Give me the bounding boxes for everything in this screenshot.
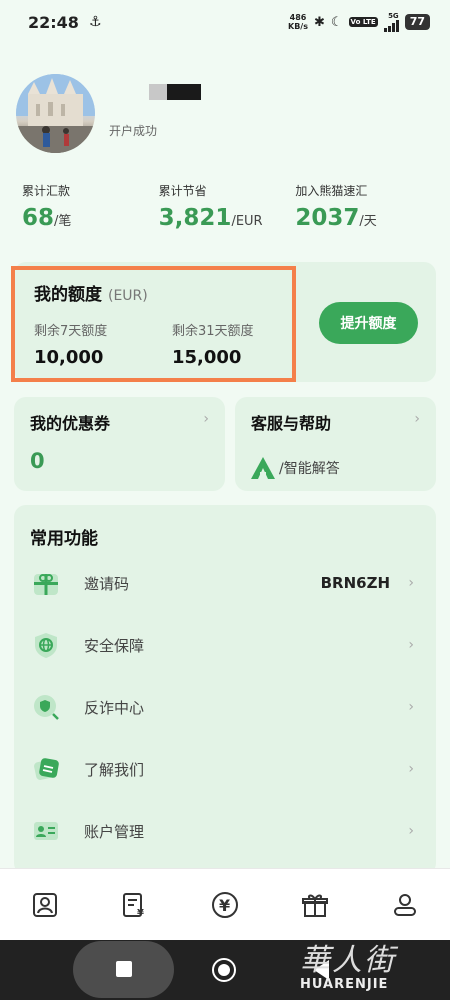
nav-exchange[interactable]: ¥ bbox=[180, 875, 270, 935]
account-status: 开户成功 bbox=[109, 124, 158, 138]
nav-contacts[interactable] bbox=[0, 875, 90, 935]
feature-about-us[interactable]: 了解我们 › bbox=[14, 744, 436, 794]
coupon-title: 我的优惠券 bbox=[30, 414, 111, 433]
upgrade-quota-button[interactable]: 提升额度 bbox=[319, 302, 418, 344]
bluetooth-icon: ✱ bbox=[313, 14, 325, 30]
home-button[interactable] bbox=[212, 958, 236, 982]
cathedral-photo bbox=[16, 74, 95, 153]
feature-security[interactable]: 安全保障 › bbox=[14, 620, 436, 670]
battery-indicator: 77 bbox=[404, 14, 430, 30]
stat-savings: 累计节省 3,821/EUR bbox=[158, 184, 263, 231]
bottom-nav: ¥ ¥ bbox=[0, 868, 450, 940]
quota-title: 我的额度 (EUR) bbox=[34, 285, 148, 305]
quota-seven-day: 剩余7天额度 10,000 bbox=[34, 324, 108, 368]
chevron-right-icon: › bbox=[408, 575, 414, 591]
stats-row: 累计汇款 68/笔 累计节省 3,821/EUR 加入熊猫速汇 2037/天 bbox=[22, 182, 432, 231]
user-name-redacted bbox=[109, 82, 201, 102]
svg-text:¥: ¥ bbox=[137, 908, 144, 918]
contacts-icon bbox=[33, 892, 57, 917]
chat-cards-icon bbox=[34, 758, 59, 780]
status-indicators: 486 KB/s ✱ ☾ Vo LTE 5G 77 bbox=[288, 12, 430, 32]
gift-box-icon bbox=[302, 894, 328, 917]
profile-header: 开户成功 bbox=[16, 74, 436, 154]
feature-invite-code[interactable]: 邀请码 BRN6ZH › bbox=[14, 558, 436, 608]
service-title: 客服与帮助 bbox=[251, 414, 332, 433]
anchor-icon: ⚓ bbox=[88, 14, 102, 30]
chevron-right-icon: › bbox=[408, 823, 414, 839]
feature-account-management[interactable]: 账户管理 › bbox=[14, 806, 436, 856]
ai-assistant-icon bbox=[251, 457, 275, 479]
status-bar: 22:48 ⚓ 486 KB/s ✱ ☾ Vo LTE 5G 77 bbox=[0, 0, 450, 44]
features-title: 常用功能 bbox=[30, 529, 98, 549]
shield-search-icon bbox=[34, 695, 59, 720]
volte-badge: Vo LTE bbox=[348, 17, 378, 27]
yen-circle-icon: ¥ bbox=[212, 891, 238, 918]
avatar[interactable] bbox=[16, 74, 95, 153]
svg-text:¥: ¥ bbox=[219, 896, 230, 915]
nav-rewards[interactable] bbox=[270, 875, 360, 935]
invite-code-value: BRN6ZH bbox=[320, 574, 390, 592]
bill-yen-icon: ¥ bbox=[123, 892, 144, 918]
service-help-card[interactable]: 客服与帮助 › /智能解答 bbox=[235, 397, 436, 491]
chevron-right-icon: › bbox=[408, 637, 414, 653]
quota-thirtyone-day: 剩余31天额度 15,000 bbox=[172, 324, 254, 368]
moon-icon: ☾ bbox=[330, 14, 343, 30]
gift-icon bbox=[34, 574, 58, 595]
square-icon bbox=[116, 961, 132, 977]
signal-icon: 5G bbox=[383, 12, 399, 32]
nav-bills[interactable]: ¥ bbox=[90, 875, 180, 935]
status-time: 22:48 bbox=[28, 12, 79, 32]
features-card: 常用功能 邀请码 BRN6ZH › 安全保障 › 反诈中心 › 了解我们 › 账… bbox=[14, 505, 436, 875]
user-profile-icon bbox=[394, 893, 416, 916]
chevron-right-icon: › bbox=[408, 761, 414, 777]
watermark-logo: 華人街 HUARENJIE bbox=[300, 943, 396, 992]
chevron-right-icon: › bbox=[414, 411, 420, 427]
coupon-count: 0 bbox=[30, 449, 45, 473]
stat-days-joined: 加入熊猫速汇 2037/天 bbox=[295, 184, 377, 231]
id-card-icon bbox=[34, 822, 58, 840]
network-speed: 486 KB/s bbox=[288, 13, 308, 31]
feature-anti-fraud[interactable]: 反诈中心 › bbox=[14, 682, 436, 732]
chevron-right-icon: › bbox=[408, 699, 414, 715]
stat-remittances: 累计汇款 68/笔 bbox=[22, 184, 72, 231]
service-subtitle: /智能解答 bbox=[279, 461, 340, 477]
quota-currency: (EUR) bbox=[108, 288, 148, 304]
coupon-card[interactable]: 我的优惠券 › 0 bbox=[14, 397, 225, 491]
chevron-right-icon: › bbox=[203, 411, 209, 427]
nav-profile[interactable] bbox=[360, 875, 450, 935]
shield-globe-icon bbox=[35, 633, 57, 658]
